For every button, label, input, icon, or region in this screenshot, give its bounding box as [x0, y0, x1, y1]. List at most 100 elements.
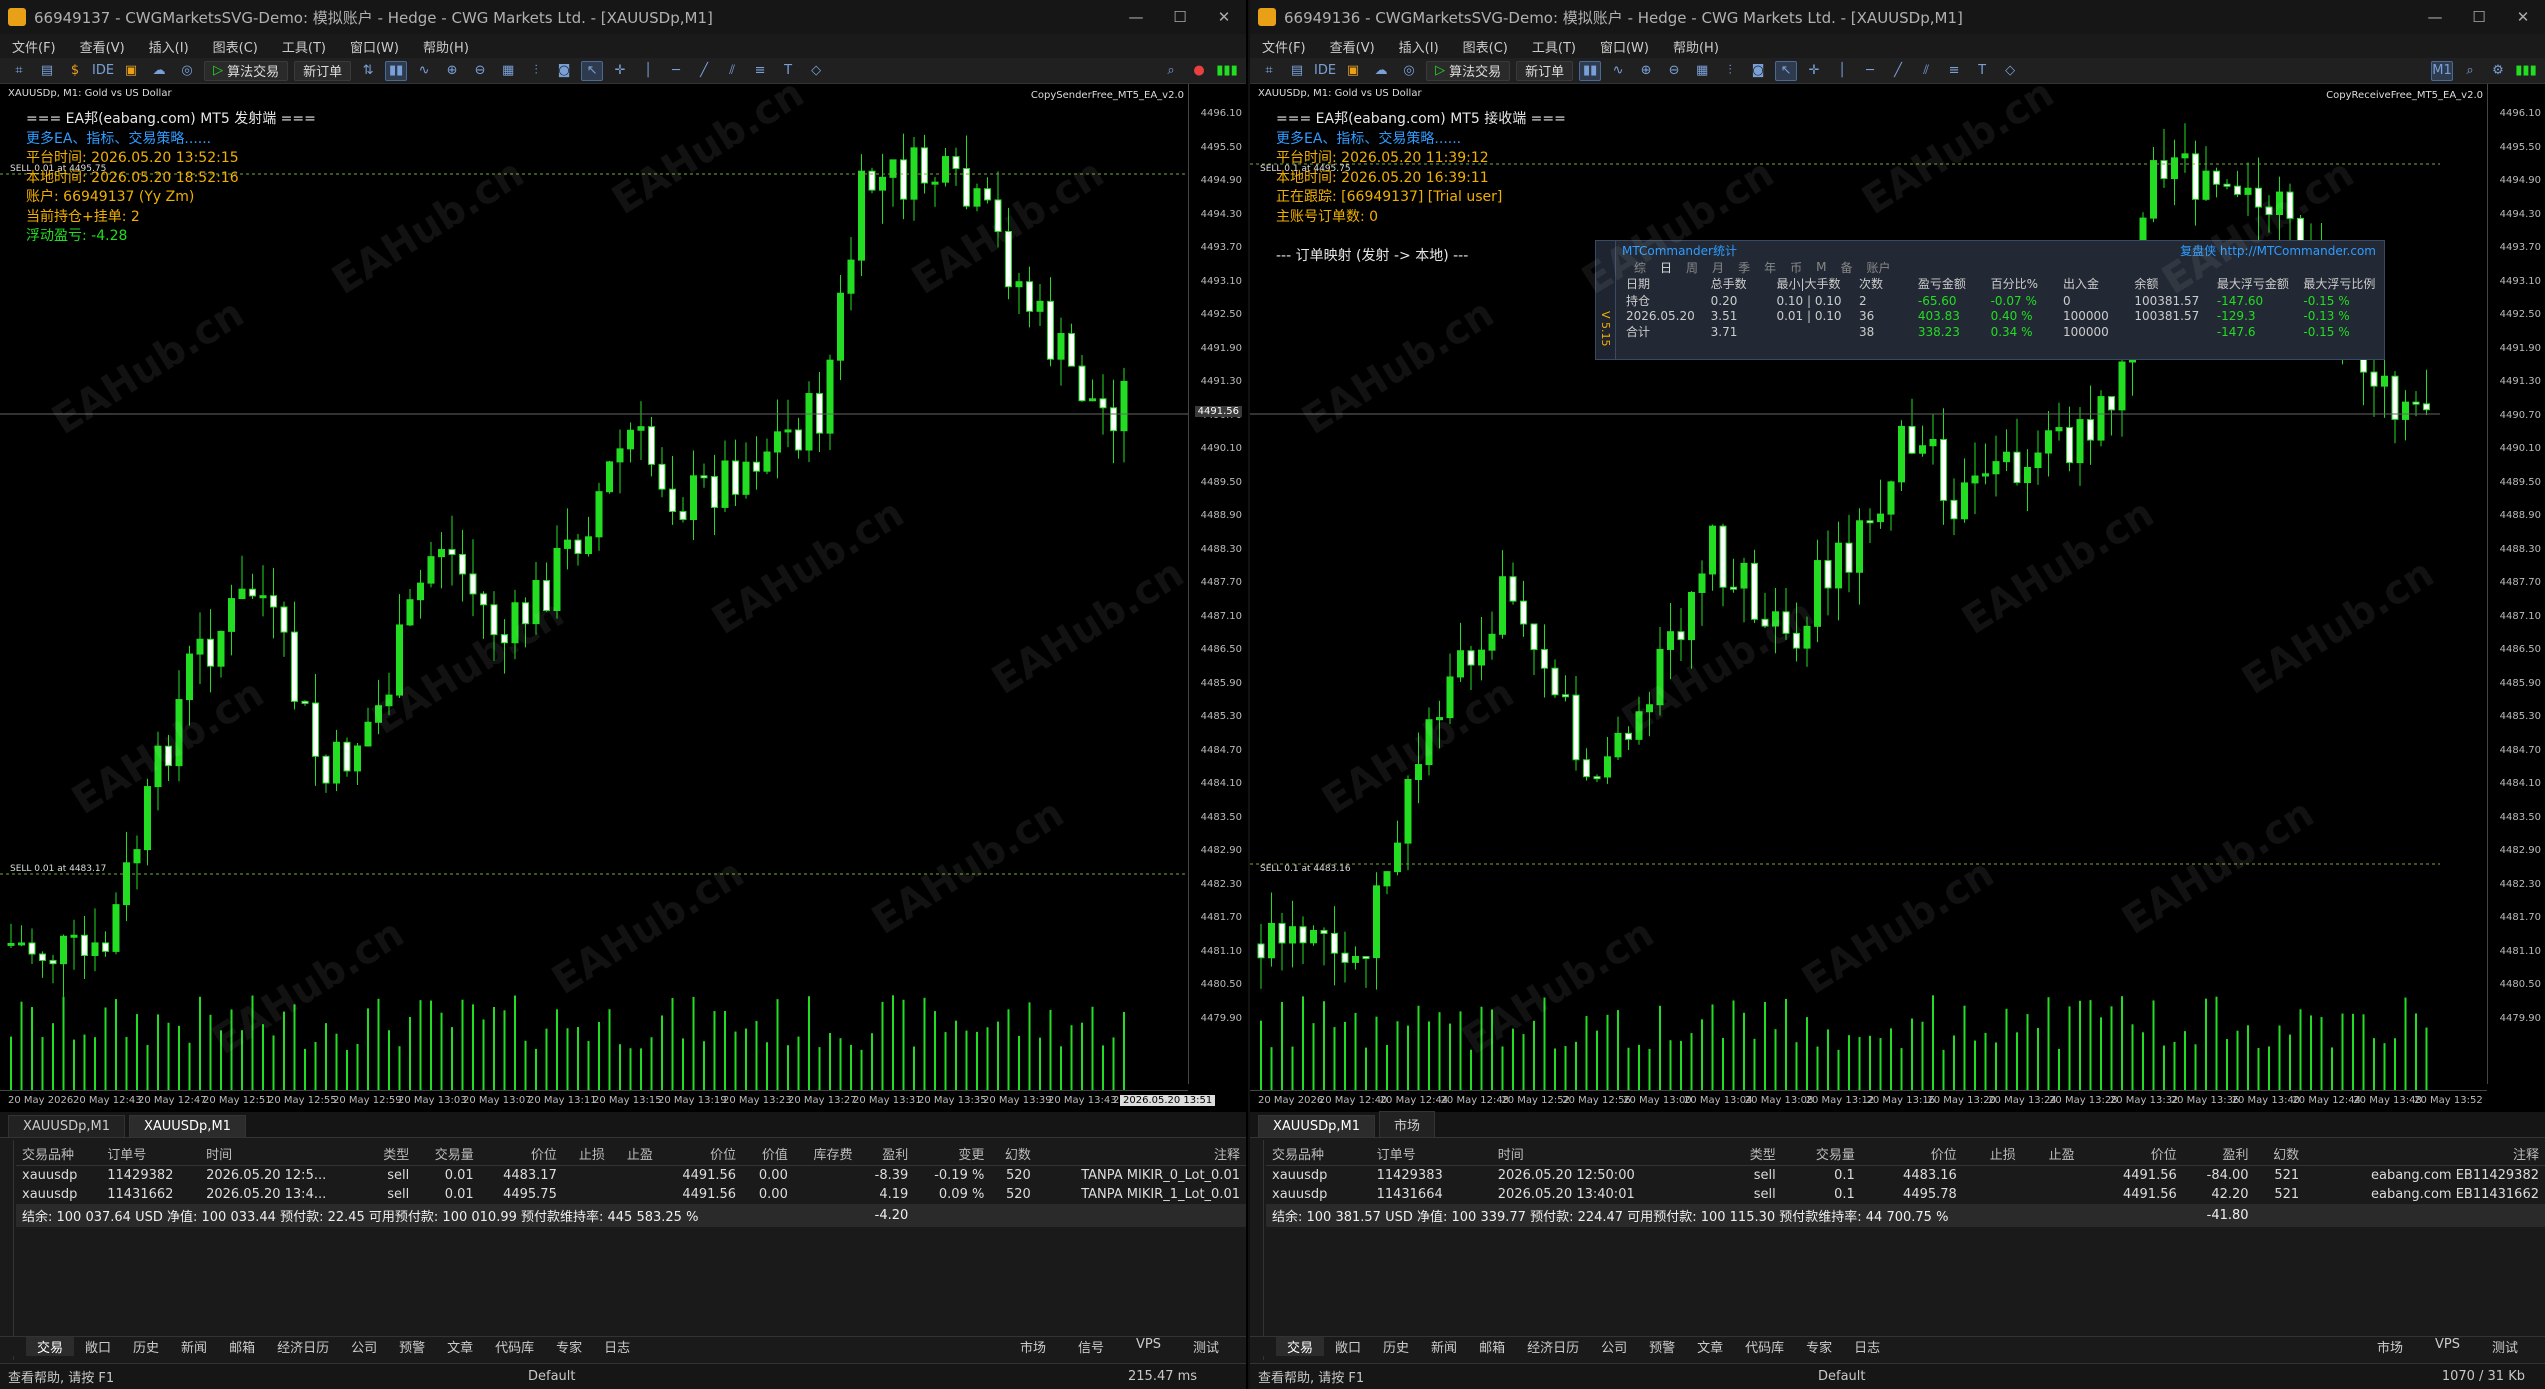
column-header[interactable]: 交易量: [415, 1142, 480, 1166]
toolbox-tab[interactable]: 邮箱: [218, 1337, 266, 1356]
menu-view[interactable]: 查看(V): [1318, 37, 1387, 56]
tile-icon[interactable]: ▦: [497, 61, 519, 81]
column-header[interactable]: 止损: [562, 1142, 611, 1166]
column-header[interactable]: 价值: [742, 1142, 794, 1166]
mtc-tab[interactable]: 季: [1738, 259, 1750, 276]
column-header[interactable]: 库存费: [793, 1142, 859, 1166]
zoom-out-icon[interactable]: ⊖: [469, 61, 491, 81]
ide-button[interactable]: IDE: [92, 61, 114, 81]
column-header[interactable]: 交易品种: [1266, 1142, 1371, 1166]
profiles-icon[interactable]: ▤: [36, 61, 58, 81]
toolbox-tab[interactable]: 文章: [436, 1337, 484, 1356]
column-header[interactable]: 盈利: [2182, 1142, 2255, 1166]
screenshot-icon[interactable]: ◙: [1747, 61, 1769, 81]
toolbox-tab[interactable]: 日志: [593, 1337, 641, 1356]
column-header[interactable]: 交易量: [1781, 1142, 1861, 1166]
text-icon[interactable]: T: [777, 61, 799, 81]
toolbox-tab[interactable]: 交易: [26, 1337, 75, 1356]
line-chart-icon[interactable]: ∿: [1607, 61, 1629, 81]
column-header[interactable]: 时间: [1491, 1142, 1723, 1166]
depth-icon[interactable]: ⇅: [357, 61, 379, 81]
dollar-icon[interactable]: $: [64, 61, 86, 81]
column-header[interactable]: 订单号: [1370, 1142, 1492, 1166]
mtcommander-stats-panel[interactable]: V 5.15 MTCommander统计 复盘侠 http://MTComman…: [1595, 240, 2385, 360]
signals-icon[interactable]: ◎: [176, 61, 198, 81]
toolbox-link[interactable]: 测试: [1182, 1337, 1230, 1356]
search-icon[interactable]: ⌕: [2459, 61, 2481, 81]
candles-icon[interactable]: ▮▮: [385, 60, 408, 81]
price-axis[interactable]: 4496.10 4495.50 4494.90 4494.30 4493.70 4493.…: [2487, 84, 2545, 1084]
table-row[interactable]: xauusdp 11429383 2026.05.20 12:50:00 sell 0.…: [1266, 1166, 2545, 1186]
lock-icon[interactable]: ▣: [1342, 61, 1364, 81]
menu-file[interactable]: 文件(F): [1250, 37, 1318, 56]
channel-icon[interactable]: ⫽: [721, 61, 743, 81]
chart-tab-1[interactable]: XAUUSDp,M1: [8, 1115, 125, 1137]
new-chart-icon[interactable]: ⌗: [8, 61, 30, 81]
toolbox-link[interactable]: 测试: [2481, 1337, 2529, 1356]
shapes-icon[interactable]: ◇: [805, 61, 827, 81]
column-header[interactable]: 盈利: [858, 1142, 915, 1166]
toolbox-tab[interactable]: 预警: [1638, 1337, 1686, 1356]
zoom-out-icon[interactable]: ⊖: [1663, 61, 1685, 81]
search-icon[interactable]: ⌕: [1160, 61, 1182, 81]
timeframe-m1-icon[interactable]: M1: [2431, 60, 2453, 81]
toolbox-tab[interactable]: 代码库: [484, 1337, 545, 1356]
cursor-icon[interactable]: ↖: [581, 60, 604, 81]
line-chart-icon[interactable]: ∿: [413, 61, 435, 81]
mtc-tab[interactable]: 币: [1790, 259, 1802, 276]
column-header[interactable]: 交易品种: [16, 1142, 102, 1166]
zoom-in-icon[interactable]: ⊕: [441, 61, 463, 81]
column-header[interactable]: 幻数: [2254, 1142, 2306, 1166]
toolbox-tab[interactable]: 专家: [1795, 1337, 1843, 1356]
column-header[interactable]: 时间: [200, 1142, 368, 1166]
menu-insert[interactable]: 插入(I): [1387, 37, 1451, 56]
toolbox-tab[interactable]: 经济日历: [1516, 1337, 1590, 1356]
toolbox-tab[interactable]: 历史: [122, 1337, 170, 1356]
toolbox-tab[interactable]: 公司: [340, 1337, 388, 1356]
new-order-button[interactable]: 新订单: [294, 60, 352, 81]
mtc-tab[interactable]: M: [1816, 260, 1826, 274]
indicators-icon[interactable]: ⫶: [1719, 61, 1741, 81]
toolbox-tab[interactable]: 新闻: [170, 1337, 218, 1356]
vline-icon[interactable]: │: [637, 61, 659, 81]
toolbox-tab[interactable]: 邮箱: [1468, 1337, 1516, 1356]
menu-view[interactable]: 查看(V): [68, 37, 137, 56]
column-header[interactable]: 类型: [367, 1142, 416, 1166]
toolbox-tab[interactable]: 日志: [1843, 1337, 1891, 1356]
crosshair-icon[interactable]: ✛: [609, 61, 631, 81]
toolbox-link[interactable]: 信号: [1067, 1337, 1115, 1356]
chart-tab-1[interactable]: XAUUSDp,M1: [1258, 1115, 1375, 1137]
column-header[interactable]: 订单号: [101, 1142, 201, 1166]
column-header[interactable]: 价位: [658, 1142, 743, 1166]
time-axis[interactable]: 20 May 2026 20 May 12:43 20 May 12:47 20 Ma…: [0, 1090, 1216, 1112]
trendline-icon[interactable]: ╱: [693, 61, 715, 81]
minimize-icon[interactable]: —: [1114, 8, 1158, 26]
toolbox-tab[interactable]: 代码库: [1734, 1337, 1795, 1356]
menu-chart[interactable]: 图表(C): [1451, 37, 1520, 56]
table-row[interactable]: xauusdp 11429382 2026.05.20 12:5... sell 0.0…: [16, 1166, 1246, 1186]
price-axis[interactable]: 4496.10 4495.50 4494.90 4494.30 4493.70 4493.…: [1188, 84, 1246, 1084]
column-header[interactable]: 止盈: [2021, 1142, 2081, 1166]
hline-icon[interactable]: ─: [1859, 61, 1881, 81]
trendline-icon[interactable]: ╱: [1887, 61, 1909, 81]
toolbox-tab[interactable]: 经济日历: [266, 1337, 340, 1356]
algo-trading-button[interactable]: ▷ 算法交易: [204, 60, 289, 81]
toolbox-tab[interactable]: 交易: [1276, 1337, 1325, 1356]
column-header[interactable]: 幻数: [990, 1142, 1037, 1166]
menu-file[interactable]: 文件(F): [0, 37, 68, 56]
signals-icon[interactable]: ◎: [1398, 61, 1420, 81]
toolbox-link[interactable]: 市场: [1009, 1337, 1057, 1356]
menu-window[interactable]: 窗口(W): [1588, 37, 1661, 56]
menu-help[interactable]: 帮助(H): [411, 37, 481, 56]
close-icon[interactable]: ✕: [1202, 8, 1246, 26]
mtc-tab[interactable]: 年: [1764, 259, 1776, 276]
mtc-tab[interactable]: 日: [1660, 259, 1672, 276]
shapes-icon[interactable]: ◇: [1999, 61, 2021, 81]
fibo-icon[interactable]: ≡: [749, 61, 771, 81]
toolbox-link[interactable]: VPS: [1125, 1337, 1172, 1356]
mtc-link[interactable]: 复盘侠 http://MTCommander.com: [2180, 242, 2376, 259]
market-icon[interactable]: ☁: [148, 61, 170, 81]
close-icon[interactable]: ✕: [2501, 8, 2545, 26]
lock-icon[interactable]: ▣: [120, 61, 142, 81]
toolbox-tab[interactable]: 历史: [1372, 1337, 1420, 1356]
